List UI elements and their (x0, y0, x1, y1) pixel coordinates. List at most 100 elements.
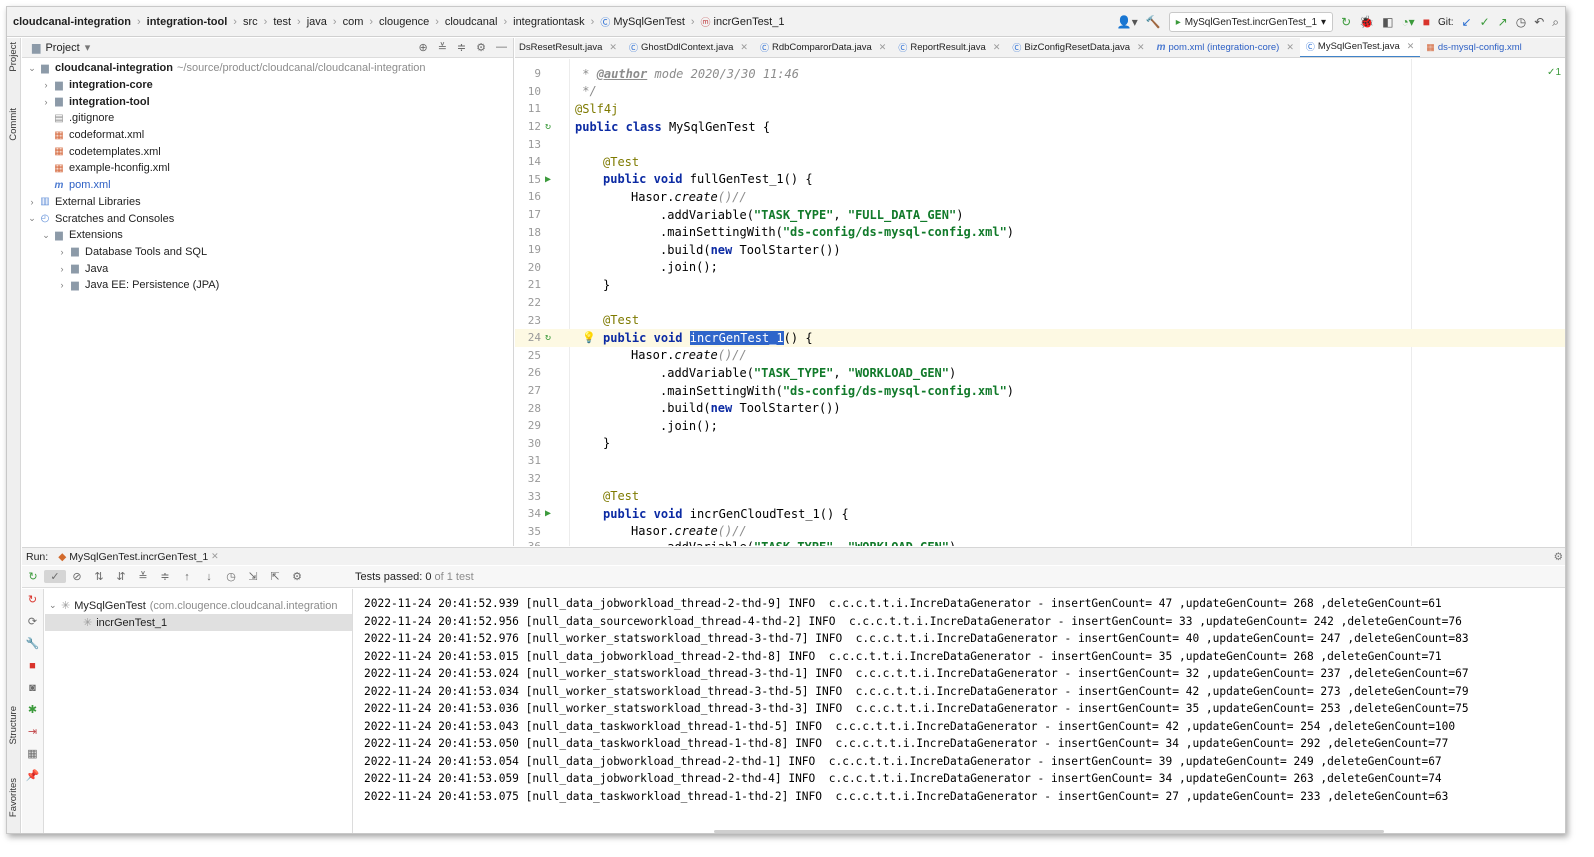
breadcrumb-test[interactable]: test (273, 16, 291, 28)
tree-item-scratches[interactable]: ⌄ ◴ Scratches and Consoles (22, 210, 513, 227)
breadcrumb-class[interactable]: Ⓒ MySqlGenTest (600, 14, 685, 30)
selected-method-name[interactable]: incrGenTest_1 (689, 330, 784, 345)
tab-reportresult[interactable]: Ⓒ ReportResult.java ✕ (892, 38, 1006, 57)
close-icon[interactable]: ✕ (1137, 42, 1145, 53)
hide-icon[interactable]: — (496, 41, 507, 54)
run-configuration-select[interactable]: ▸ MySqlGenTest.incrGenTest_1 ▾ (1168, 12, 1334, 32)
tree-item-codetemplates[interactable]: ▦ codetemplates.xml (22, 143, 513, 160)
code-editor[interactable]: ✓1 9 * @author mode 2020/3/30 11:46 10 *… (515, 59, 1565, 546)
tree-item-database-tools[interactable]: › ▆ Database Tools and SQL (22, 244, 513, 261)
history-icon[interactable]: ◷ (220, 570, 242, 583)
run-tab[interactable]: ◆ MySqlGenTest.incrGenTest_1 ✕ (58, 551, 219, 563)
tree-item-integration-core[interactable]: › ▆ integration-core (22, 77, 513, 94)
chevron-right-icon[interactable]: › (56, 247, 68, 257)
run-test-icon[interactable]: ↻ (545, 332, 551, 343)
tab-bizconfigresetdata[interactable]: Ⓒ BizConfigResetData.java ✕ (1006, 38, 1150, 57)
camera-icon[interactable]: ◙ (22, 677, 43, 699)
show-passed-icon[interactable]: ✓ (44, 570, 66, 583)
chevron-right-icon[interactable]: › (56, 280, 68, 290)
sort-alpha-icon[interactable]: ⇅ (88, 570, 110, 583)
chevron-down-icon[interactable]: ▾ (85, 41, 91, 54)
test-case-row[interactable]: ✳ incrGenTest_1 (45, 614, 352, 631)
run-test-icon[interactable]: ↻ (545, 121, 551, 132)
collapse-all-icon[interactable]: ≑ (457, 41, 466, 54)
previous-test-icon[interactable]: ↑ (176, 571, 198, 583)
rerun-icon[interactable]: ↻ (22, 570, 44, 583)
stop-icon[interactable]: ■ (1423, 15, 1430, 29)
breadcrumb-clougence[interactable]: clougence (379, 16, 429, 28)
tree-item-integration-tool[interactable]: › ▆ integration-tool (22, 93, 513, 110)
git-update-icon[interactable]: ↙ (1462, 15, 1472, 29)
close-icon[interactable]: ✕ (740, 42, 748, 53)
tab-ghostddlcontext[interactable]: Ⓒ GhostDdlContext.java ✕ (623, 38, 754, 57)
coverage-icon[interactable]: ◧ (1382, 15, 1393, 29)
close-icon[interactable]: ✕ (993, 42, 1001, 53)
tab-dsresetresult[interactable]: DsResetResult.java ✕ (515, 38, 623, 57)
tree-item-pom[interactable]: m pom.xml (22, 177, 513, 194)
test-suite-row[interactable]: ⌄ ✳ MySqlGenTest (com.clougence.cloudcan… (45, 597, 352, 614)
git-push-icon[interactable]: ↗ (1498, 15, 1508, 29)
import-tests-icon[interactable]: ⇲ (242, 570, 264, 583)
console-output[interactable]: 2022-11-24 20:41:52.939 [null_data_jobwo… (354, 589, 1565, 833)
chevron-right-icon[interactable]: › (26, 197, 38, 207)
history-icon[interactable]: ◷ (1516, 15, 1526, 29)
toggle-auto-test-icon[interactable]: ⟳ (22, 611, 43, 633)
expand-all-icon[interactable]: ≚ (132, 570, 154, 583)
wrench-icon[interactable]: 🔧 (22, 633, 43, 655)
chevron-right-icon[interactable]: › (56, 264, 68, 274)
settings-icon[interactable]: ⚙ (286, 570, 308, 583)
breadcrumb-cloudcanal[interactable]: cloudcanal (445, 16, 498, 28)
horizontal-scrollbar[interactable] (714, 830, 1384, 833)
rerun-icon[interactable]: ↻ (1341, 15, 1351, 29)
chevron-down-icon[interactable]: ⌄ (49, 600, 61, 611)
project-view-select[interactable]: Project (45, 42, 79, 54)
chevron-down-icon[interactable]: ⌄ (26, 63, 38, 74)
chevron-down-icon[interactable]: ⌄ (26, 213, 38, 224)
gear-icon[interactable]: ⚙ (1554, 551, 1563, 563)
export-tests-icon[interactable]: ⇱ (264, 570, 286, 583)
user-icon[interactable]: 👤▾ (1117, 15, 1138, 29)
tree-item-root[interactable]: ⌄ ▆ cloudcanal-integration ~/source/prod… (22, 60, 513, 77)
breadcrumb-com[interactable]: com (343, 16, 364, 28)
close-icon[interactable]: ✕ (211, 551, 219, 562)
project-tool-button[interactable]: Project (8, 42, 19, 72)
gear-icon[interactable]: ⚙ (476, 41, 486, 54)
show-ignored-icon[interactable]: ⊘ (66, 570, 88, 583)
rollback-icon[interactable]: ↶ (1534, 15, 1544, 29)
tree-item-java[interactable]: › ▆ Java (22, 260, 513, 277)
rerun-failed-icon[interactable]: ↻ (22, 589, 43, 611)
close-icon[interactable]: ✕ (1286, 42, 1294, 53)
collapse-all-icon[interactable]: ≑ (154, 570, 176, 583)
run-test-icon[interactable]: ▶ (545, 508, 551, 519)
close-icon[interactable]: ✕ (609, 42, 617, 53)
git-commit-icon[interactable]: ✓ (1480, 15, 1490, 29)
next-test-icon[interactable]: ↓ (198, 571, 220, 583)
debug-icon[interactable]: ✱ (22, 699, 43, 721)
close-icon[interactable]: ✕ (1407, 41, 1415, 52)
tab-mysqlgentest[interactable]: Ⓒ MySqlGenTest.java ✕ (1299, 38, 1421, 57)
layout-icon[interactable]: ▦ (22, 743, 43, 765)
breadcrumb-project[interactable]: cloudcanal-integration (13, 16, 131, 28)
tree-item-gitignore[interactable]: ▤ .gitignore (22, 110, 513, 127)
close-icon[interactable]: ✕ (879, 42, 887, 53)
stop-icon[interactable]: ■ (22, 655, 43, 677)
chevron-down-icon[interactable]: ⌄ (40, 230, 52, 241)
run-test-icon[interactable]: ▶ (545, 174, 551, 185)
tab-pom-integration-core[interactable]: m pom.xml (integration-core) ✕ (1151, 38, 1300, 57)
tab-rdbcomparordata[interactable]: Ⓒ RdbComparorData.java ✕ (754, 38, 892, 57)
build-hammer-icon[interactable]: 🔨 (1146, 15, 1161, 29)
tab-ds-mysql-config[interactable]: ▦ ds-mysql-config.xml (1420, 38, 1527, 57)
tree-item-extensions[interactable]: ⌄ ▆ Extensions (22, 227, 513, 244)
structure-tool-button[interactable]: Structure (8, 706, 19, 745)
debug-icon[interactable]: 🐞 (1359, 15, 1374, 29)
chevron-right-icon[interactable]: › (40, 97, 52, 107)
pin-icon[interactable]: 📌 (22, 765, 43, 787)
tree-item-example-hconfig[interactable]: ▦ example-hconfig.xml (22, 160, 513, 177)
locate-icon[interactable]: ⊕ (418, 41, 427, 54)
chevron-right-icon[interactable]: › (40, 80, 52, 90)
tree-item-codeformat[interactable]: ▦ codeformat.xml (22, 127, 513, 144)
breadcrumb-module[interactable]: integration-tool (147, 16, 228, 28)
tree-item-external-libraries[interactable]: › ▥ External Libraries (22, 194, 513, 211)
breadcrumb-java[interactable]: java (307, 16, 327, 28)
favorites-tool-button[interactable]: Favorites (8, 778, 19, 817)
